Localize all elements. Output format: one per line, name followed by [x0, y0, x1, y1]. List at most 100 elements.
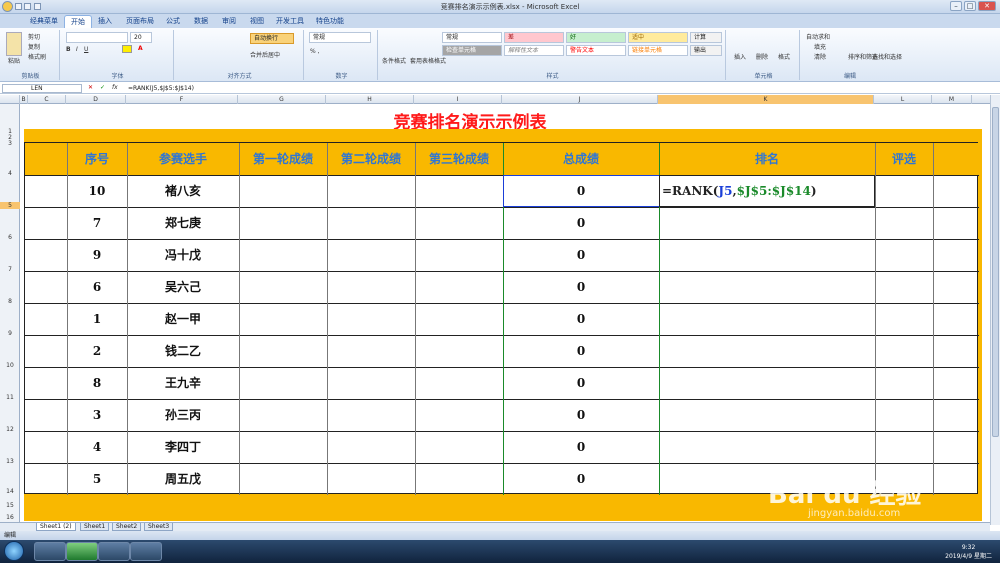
close-button[interactable]: ✕ [978, 1, 996, 11]
cell-no[interactable]: 4 [67, 432, 127, 463]
style-linked-cell[interactable]: 链接单元格 [628, 45, 688, 56]
conditional-format-button[interactable]: 条件格式 [382, 56, 406, 65]
sheet-tab-sheet2[interactable]: Sheet2 [112, 523, 142, 531]
tab-insert[interactable]: 插入 [92, 15, 118, 28]
cell-name[interactable]: 钱二乙 [127, 336, 239, 367]
row-10[interactable]: 10 [0, 362, 20, 369]
column-h[interactable]: H [326, 95, 414, 104]
cell-name[interactable]: 赵一甲 [127, 304, 239, 335]
row-8[interactable]: 8 [0, 298, 20, 305]
excel-taskbar-icon[interactable] [66, 542, 98, 561]
quick-access-toolbar[interactable] [2, 1, 72, 13]
clock[interactable]: 9:32 2019/4/9 星期二 [945, 543, 992, 561]
column-l[interactable]: L [874, 95, 932, 104]
font-size-select[interactable]: 20 [130, 32, 152, 43]
percent-button[interactable]: % , [310, 48, 320, 55]
format-as-table-button[interactable]: 套用表格格式 [410, 56, 446, 65]
row-15[interactable]: 15 [0, 502, 20, 509]
cut-button[interactable]: 剪切 [28, 32, 40, 41]
bold-button[interactable]: B [66, 46, 71, 53]
cell-total[interactable]: 0 [503, 368, 659, 399]
cell-name[interactable]: 褚八亥 [127, 176, 239, 207]
style-bad[interactable]: 差 [504, 32, 564, 43]
style-neutral[interactable]: 适中 [628, 32, 688, 43]
copy-button[interactable]: 复制 [28, 42, 40, 51]
cell-total[interactable]: 0 [503, 336, 659, 367]
save-icon[interactable] [15, 3, 23, 10]
cell-name[interactable]: 王九辛 [127, 368, 239, 399]
worksheet[interactable]: 竞赛排名演示示例表 序号 参赛选手 第一轮成绩 第二轮成绩 第三轮成绩 总成绩 … [20, 104, 990, 522]
format-cells-button[interactable]: 格式 [778, 52, 790, 61]
tab-home[interactable]: 开始 [64, 15, 92, 28]
fill-color-icon[interactable] [122, 45, 132, 53]
cell-total[interactable]: 0 [503, 400, 659, 431]
style-explain[interactable]: 解释性文本 [504, 45, 564, 56]
cell-total[interactable]: 0 [503, 272, 659, 303]
sheet-tab-sheet3[interactable]: Sheet3 [144, 523, 174, 531]
cell-total[interactable]: 0 [503, 304, 659, 335]
formula-input[interactable]: =RANK(J5,$J$5:$J$14) [128, 84, 194, 93]
office-button-icon[interactable] [2, 1, 13, 12]
tab-special[interactable]: 特色功能 [310, 15, 350, 28]
cell-name[interactable]: 冯十戊 [127, 240, 239, 271]
ie-taskbar-icon[interactable] [34, 542, 66, 561]
cell-name[interactable]: 孙三丙 [127, 400, 239, 431]
row-7[interactable]: 7 [0, 266, 20, 273]
scroll-thumb[interactable] [992, 107, 999, 437]
number-format-select[interactable]: 常规 [309, 32, 371, 43]
italic-button[interactable]: I [76, 46, 78, 53]
find-select-button[interactable]: 查找和选择 [872, 52, 902, 61]
row-6[interactable]: 6 [0, 234, 20, 241]
paste-button[interactable]: 粘贴 [8, 56, 20, 65]
row-16[interactable]: 16 [0, 514, 20, 521]
font-color-icon[interactable]: A [138, 45, 143, 52]
paste-icon[interactable] [6, 32, 22, 56]
cell-no[interactable]: 7 [67, 208, 127, 239]
cell-total[interactable]: 0 [503, 208, 659, 239]
row-4[interactable]: 4 [0, 170, 20, 177]
font-name-select[interactable] [66, 32, 128, 43]
cell-no[interactable]: 6 [67, 272, 127, 303]
active-cell-k5[interactable]: =RANK(J5,$J$5:$J$14) [659, 175, 875, 207]
undo-icon[interactable] [24, 3, 32, 10]
minimize-button[interactable]: – [950, 1, 962, 11]
column-g[interactable]: G [238, 95, 326, 104]
style-warning[interactable]: 警告文本 [566, 45, 626, 56]
format-painter-button[interactable]: 格式刷 [28, 52, 46, 61]
style-good[interactable]: 好 [566, 32, 626, 43]
media-taskbar-icon[interactable] [130, 542, 162, 561]
enter-icon[interactable]: ✓ [100, 84, 105, 91]
cell-no[interactable]: 5 [67, 464, 127, 495]
cell-no[interactable]: 2 [67, 336, 127, 367]
row-9[interactable]: 9 [0, 330, 20, 337]
cell-no[interactable]: 10 [67, 176, 127, 207]
select-all-corner[interactable] [0, 95, 20, 104]
autosum-button[interactable]: 自动求和 [806, 32, 830, 41]
explorer-taskbar-icon[interactable] [98, 542, 130, 561]
cell-no[interactable]: 3 [67, 400, 127, 431]
cell-name[interactable]: 周五戊 [127, 464, 239, 495]
wrap-text-button[interactable]: 自动换行 [250, 33, 294, 44]
cell-name[interactable]: 李四丁 [127, 432, 239, 463]
column-m[interactable]: M [932, 95, 972, 104]
column-c[interactable]: C [28, 95, 66, 104]
tab-classic-menu[interactable]: 经典菜单 [24, 15, 64, 28]
cell-total[interactable]: 0 [503, 432, 659, 463]
cell-name[interactable]: 郑七庚 [127, 208, 239, 239]
sheet-tab-sheet1[interactable]: Sheet1 [80, 523, 110, 531]
name-box[interactable]: LEN [2, 84, 82, 93]
row-3[interactable]: 3 [0, 140, 20, 147]
insert-cells-button[interactable]: 插入 [734, 52, 746, 61]
insert-function-icon[interactable]: fx [112, 84, 118, 91]
style-check-cell[interactable]: 检查单元格 [442, 45, 502, 56]
style-output[interactable]: 输出 [690, 45, 722, 56]
delete-cells-button[interactable]: 删除 [756, 52, 768, 61]
start-button-icon[interactable] [4, 541, 24, 561]
tab-view[interactable]: 视图 [244, 15, 270, 28]
cell-name[interactable]: 吴六己 [127, 272, 239, 303]
clear-button[interactable]: 清除 [814, 52, 826, 61]
merge-center-button[interactable]: 合并后居中 [250, 50, 280, 59]
tab-data[interactable]: 数据 [188, 15, 214, 28]
cell-no[interactable]: 1 [67, 304, 127, 335]
sheet-tab-sheet1-2[interactable]: Sheet1 (2) [36, 523, 76, 531]
